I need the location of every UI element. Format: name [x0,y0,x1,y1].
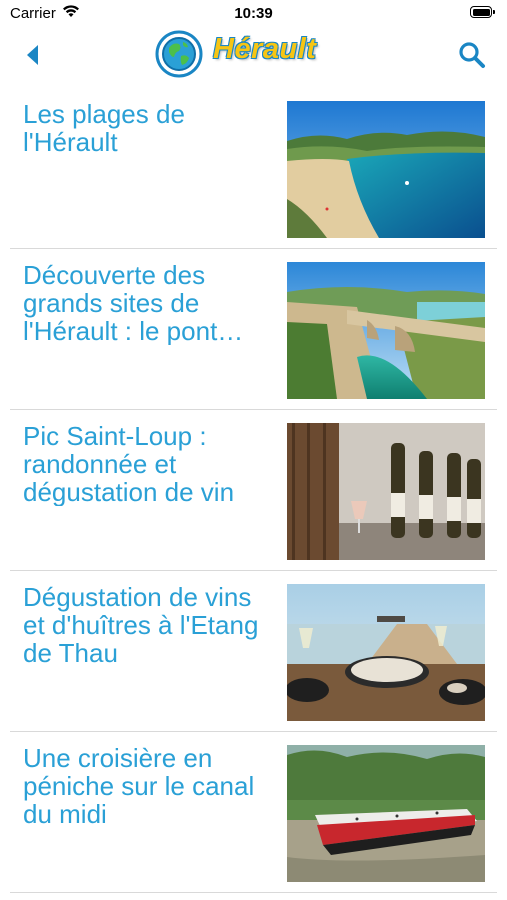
search-button[interactable] [457,40,487,70]
wine-bottles-photo [287,423,485,560]
globe-icon [155,30,203,78]
row-divider [10,570,497,571]
article-title: Découverte des grands sites de l'Hérault… [23,261,244,345]
oysters-wine-lagoon-photo [287,584,485,721]
list-item[interactable]: Pic Saint-Loup : randonnée et dégustatio… [0,414,507,575]
article-title: Une croisière en péniche sur le canal du… [23,744,255,828]
brand-title: Hérault [213,33,317,65]
article-title: Dégustation de vins et d'huîtres à l'Eta… [23,583,259,667]
row-divider [10,731,497,732]
article-title: Les plages de l'Hérault [23,100,185,156]
nav-bar: Hérault [0,30,507,82]
list-item[interactable]: Les plages de l'Hérault [0,92,507,253]
row-divider [10,409,497,410]
list-item[interactable]: Découverte des grands sites de l'Hérault… [0,253,507,414]
canal-barge-photo [287,745,485,882]
search-icon [459,42,485,68]
status-bar: Carrier 10:39 [0,0,507,30]
article-title: Pic Saint-Loup : randonnée et dégustatio… [23,422,235,506]
article-list: Les plages de l'Hérault Découverte des g… [0,92,507,897]
clock: 10:39 [234,5,273,22]
row-divider [10,248,497,249]
beach-coast-photo [287,101,485,238]
back-button[interactable] [20,40,50,70]
stone-bridge-gorge-photo [287,262,485,399]
battery-icon [470,6,497,20]
list-item[interactable]: Dégustation de vins et d'huîtres à l'Eta… [0,575,507,736]
list-item[interactable]: Une croisière en péniche sur le canal du… [0,736,507,897]
app-logo: Hérault [155,30,345,78]
row-divider [10,892,497,893]
chevron-left-icon [27,45,38,65]
